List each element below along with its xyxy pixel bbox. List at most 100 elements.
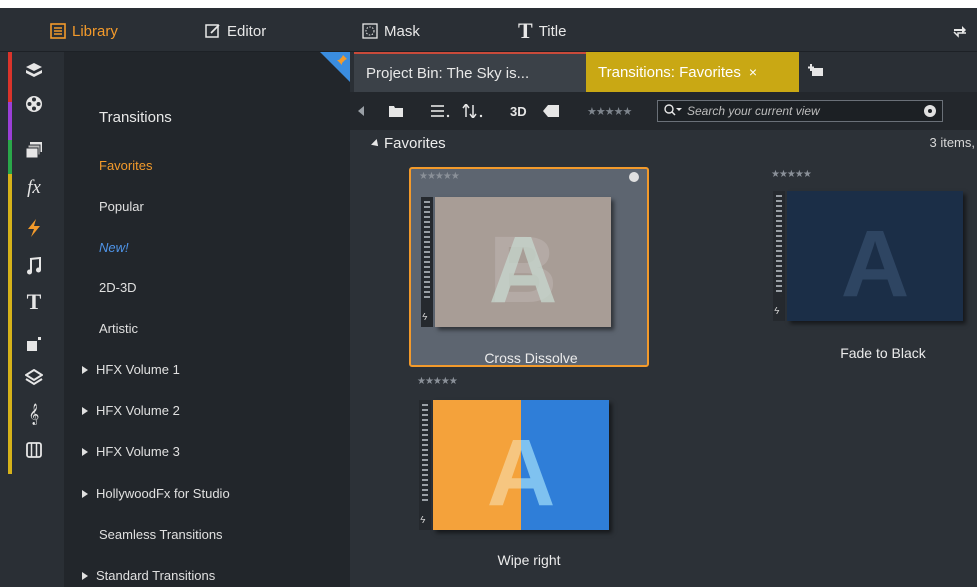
fade-to-black-preview: A <box>787 191 963 321</box>
item-count: 3 items, <box>929 135 975 150</box>
top-margin <box>0 0 977 8</box>
expand-arrow-icon[interactable] <box>82 406 88 415</box>
pin-icon[interactable] <box>337 54 347 68</box>
library-tab-strip: Project Bin: The Sky is... Transitions: … <box>350 52 977 92</box>
nav-title-tab[interactable]: T Title <box>518 18 566 44</box>
rail-color-purple <box>8 102 12 140</box>
category-hfx-volume-2[interactable]: HFX Volume 2 <box>82 403 180 418</box>
tab-label: Project Bin: The Sky is... <box>366 64 530 82</box>
swap-arrows-icon <box>952 23 968 39</box>
info-icon[interactable] <box>629 172 639 182</box>
nav-mask-label: Mask <box>384 22 420 40</box>
category-label: HFX Volume 2 <box>96 403 180 418</box>
list-view-icon[interactable] <box>430 102 450 120</box>
category-label: Favorites <box>99 158 153 173</box>
svg-text:A: A <box>489 217 558 323</box>
filmstrip: ϟ <box>419 400 431 530</box>
category-hfx-volume-3[interactable]: HFX Volume 3 <box>82 444 180 459</box>
category-label: Artistic <box>99 321 138 336</box>
nav-library-label: Library <box>72 22 118 40</box>
category-label: Popular <box>99 199 144 214</box>
layers-icon[interactable] <box>22 366 46 390</box>
category-popular[interactable]: Popular <box>99 199 144 214</box>
asset-card-fade-to-black[interactable]: ★★★★★ ϟ A Fade to Black <box>763 167 977 367</box>
favorites-section-header: Favorites 3 items, <box>350 130 977 158</box>
category-new[interactable]: New! <box>99 240 129 255</box>
collapse-arrow-icon[interactable] <box>371 139 381 149</box>
search-icon[interactable] <box>664 103 682 119</box>
asset-card-cross-dissolve[interactable]: ★★★★★ ϟ B A Cross Dissolve <box>409 167 649 367</box>
asset-card-wipe-right[interactable]: ★★★★★ ϟ A A Wipe right <box>409 374 649 574</box>
category-label: Seamless Transitions <box>99 527 223 542</box>
transition-fx-icon: ϟ <box>420 515 426 526</box>
expand-arrow-icon[interactable] <box>82 365 88 374</box>
expand-arrow-icon[interactable] <box>82 571 88 580</box>
expand-arrow-icon[interactable] <box>82 489 88 498</box>
thumbnail: ϟ A <box>773 191 963 321</box>
tab-transitions-favorites[interactable]: Transitions: Favorites × <box>586 52 799 92</box>
folder-icon[interactable] <box>388 102 404 120</box>
score-icon[interactable]: 𝄞 <box>22 402 46 426</box>
transitions-icon[interactable] <box>22 216 46 240</box>
card-rating[interactable]: ★★★★★ <box>419 171 460 182</box>
library-main-area: Project Bin: The Sky is... Transitions: … <box>350 52 977 587</box>
nav-mask-tab[interactable]: Mask <box>362 18 420 44</box>
svg-text:A: A <box>841 211 910 317</box>
new-tab-icon[interactable] <box>808 64 824 78</box>
category-seamless[interactable]: Seamless Transitions <box>99 527 223 542</box>
category-panel: Transitions Favorites Popular New! 2D-3D… <box>64 52 350 587</box>
category-label: HFX Volume 1 <box>96 362 180 377</box>
piano-icon[interactable] <box>22 438 46 462</box>
swap-button[interactable] <box>952 18 968 44</box>
montage-icon[interactable] <box>22 332 46 356</box>
category-label: New! <box>99 240 129 255</box>
category-label: 2D-3D <box>99 280 137 295</box>
category-label: HollywoodFx for Studio <box>96 486 230 501</box>
collapse-panel-icon[interactable] <box>358 102 366 120</box>
nav-library-tab[interactable]: Library <box>50 18 118 44</box>
nav-editor-label: Editor <box>227 22 267 40</box>
thumbnail: ϟ A A <box>419 400 609 530</box>
library-icon <box>50 23 66 39</box>
app-window: Library Editor Mask T Title fx T 𝄞 Trans… <box>0 0 977 587</box>
category-label: HFX Volume 3 <box>96 444 180 459</box>
transition-fx-icon: ϟ <box>422 312 428 323</box>
main-navigation: Library Editor Mask T Title <box>0 8 977 52</box>
tag-icon[interactable] <box>543 102 559 120</box>
3d-filter-button[interactable]: 3D <box>510 102 527 120</box>
category-hollywoodfx[interactable]: HollywoodFx for Studio <box>82 486 230 501</box>
rail-color-green <box>8 140 12 174</box>
card-rating[interactable]: ★★★★★ <box>417 376 458 387</box>
category-title: Transitions <box>99 109 172 126</box>
film-reel-icon[interactable] <box>22 92 46 116</box>
thumbnail: ϟ B A <box>421 197 611 327</box>
rail-color-yellow <box>8 174 12 474</box>
projects-icon[interactable] <box>22 138 46 162</box>
close-icon[interactable]: × <box>749 64 757 80</box>
library-toolbar: 3D ★★★★★ <box>350 92 977 130</box>
filmstrip: ϟ <box>773 191 785 321</box>
tab-project-bin[interactable]: Project Bin: The Sky is... <box>354 52 586 92</box>
expand-arrow-icon[interactable] <box>82 447 88 456</box>
effects-icon[interactable]: fx <box>22 176 46 200</box>
mask-icon <box>362 23 378 39</box>
card-title: Cross Dissolve <box>484 350 578 366</box>
category-favorites[interactable]: Favorites <box>99 158 152 173</box>
editor-icon <box>205 23 221 39</box>
clear-search-icon[interactable] <box>924 105 936 117</box>
transition-fx-icon: ϟ <box>774 306 780 317</box>
category-artistic[interactable]: Artistic <box>99 321 138 336</box>
category-hfx-volume-1[interactable]: HFX Volume 1 <box>82 362 180 377</box>
title-icon[interactable]: T <box>22 289 46 314</box>
rating-filter[interactable]: ★★★★★ <box>587 102 632 120</box>
nav-editor-tab[interactable]: Editor <box>205 18 266 44</box>
sort-icon[interactable] <box>462 102 484 120</box>
media-icon[interactable] <box>22 58 46 82</box>
tab-label: Transitions: Favorites <box>598 63 741 81</box>
category-2d-3d[interactable]: 2D-3D <box>99 280 137 295</box>
category-standard[interactable]: Standard Transitions <box>82 568 215 583</box>
card-rating[interactable]: ★★★★★ <box>771 169 812 180</box>
music-icon[interactable] <box>22 254 46 278</box>
card-title: Wipe right <box>497 552 561 568</box>
search-input[interactable] <box>687 104 867 118</box>
